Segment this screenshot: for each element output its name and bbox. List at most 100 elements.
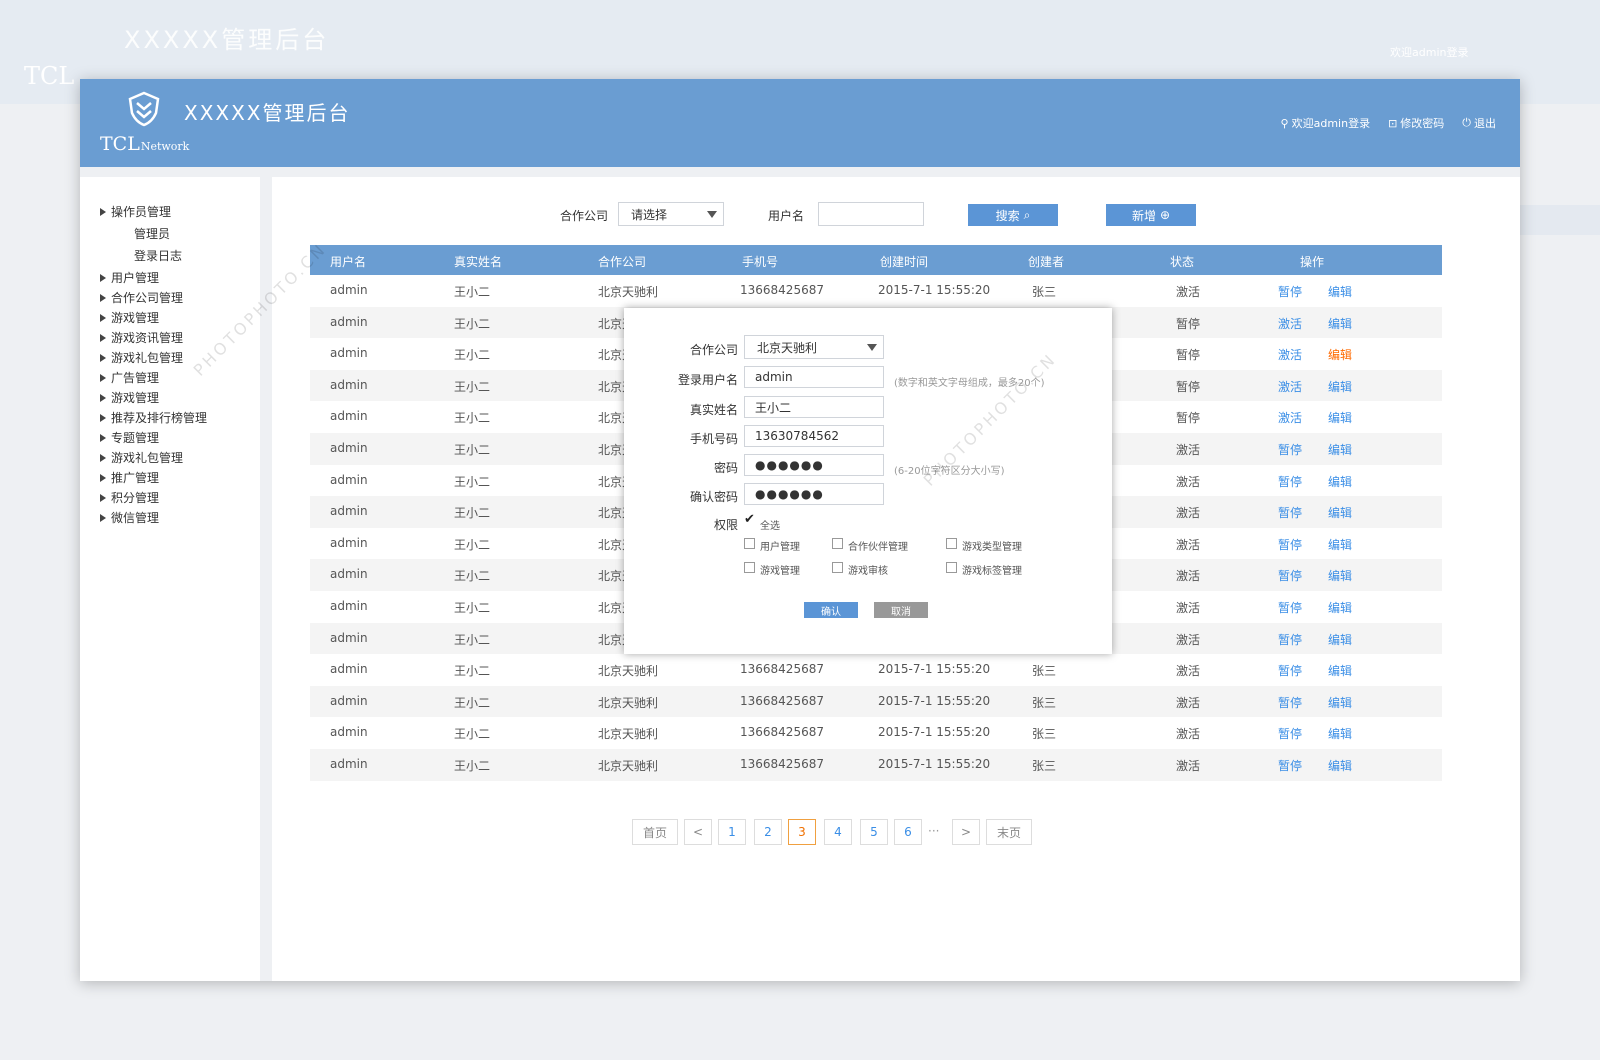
- edit-link[interactable]: 编辑: [1328, 504, 1352, 521]
- edit-link[interactable]: 编辑: [1328, 662, 1352, 679]
- toggle-status-link[interactable]: 暂停: [1278, 694, 1302, 711]
- perm-label-game-review: 游戏审核: [848, 566, 888, 577]
- page-1-button[interactable]: 1: [718, 819, 746, 845]
- add-button[interactable]: 新增 ⊕: [1106, 204, 1196, 226]
- page-4-button[interactable]: 4: [824, 819, 852, 845]
- logout-link[interactable]: ⏻ 退出: [1462, 115, 1496, 131]
- perm-checkbox-users[interactable]: [744, 538, 755, 549]
- toggle-status-link[interactable]: 暂停: [1278, 725, 1302, 742]
- sidebar-item-games-2[interactable]: 游戏管理: [100, 389, 159, 406]
- search-button[interactable]: 搜索 ⌕: [968, 204, 1058, 226]
- edit-link[interactable]: 编辑: [1328, 599, 1352, 616]
- background-welcome: 欢迎admin登录: [1390, 46, 1469, 59]
- toggle-status-link[interactable]: 激活: [1278, 409, 1302, 426]
- edit-link[interactable]: 编辑: [1328, 315, 1352, 332]
- perm-label-game-tags: 游戏标签管理: [962, 566, 1022, 577]
- pagination: 首页 < 1 2 3 4 5 6 ··· > 末页: [272, 819, 1520, 847]
- edit-link[interactable]: 编辑: [1328, 473, 1352, 490]
- toggle-status-link[interactable]: 暂停: [1278, 662, 1302, 679]
- sidebar-item-rankings[interactable]: 推荐及排行榜管理: [100, 409, 207, 426]
- cell-username: admin: [330, 283, 368, 297]
- sidebar-subitem-admins[interactable]: 管理员: [134, 225, 170, 242]
- sidebar-item-users[interactable]: 用户管理: [100, 269, 159, 286]
- edit-link[interactable]: 编辑: [1328, 567, 1352, 584]
- expand-arrow-icon: [100, 393, 106, 402]
- modal-login-input[interactable]: admin: [744, 366, 884, 388]
- toggle-status-link[interactable]: 暂停: [1278, 473, 1302, 490]
- edit-link[interactable]: 编辑: [1328, 631, 1352, 648]
- sidebar-subitem-login-log[interactable]: 登录日志: [134, 247, 182, 264]
- page-2-button[interactable]: 2: [754, 819, 782, 845]
- modal-phone-input[interactable]: 13630784562: [744, 425, 884, 447]
- toggle-status-link[interactable]: 暂停: [1278, 631, 1302, 648]
- select-all-checkbox[interactable]: ✔: [744, 512, 755, 527]
- next-page-button[interactable]: >: [952, 819, 980, 845]
- company-filter-select[interactable]: 请选择: [618, 202, 724, 226]
- perm-checkbox-game-tags[interactable]: [946, 562, 957, 573]
- page-6-button[interactable]: 6: [894, 819, 922, 845]
- cancel-button[interactable]: 取消: [874, 602, 928, 618]
- page-5-button[interactable]: 5: [860, 819, 888, 845]
- sidebar-item-promotion[interactable]: 推广管理: [100, 469, 159, 486]
- prev-page-button[interactable]: <: [684, 819, 712, 845]
- sidebar-item-games[interactable]: 游戏管理: [100, 309, 159, 326]
- toggle-status-link[interactable]: 激活: [1278, 315, 1302, 332]
- first-page-button[interactable]: 首页: [632, 819, 678, 845]
- edit-link[interactable]: 编辑: [1328, 346, 1352, 363]
- expand-arrow-icon: [100, 453, 106, 462]
- sidebar-item-partners[interactable]: 合作公司管理: [100, 289, 183, 306]
- sidebar-item-game-gifts[interactable]: 游戏礼包管理: [100, 349, 183, 366]
- modal-confirm-label: 确认密码: [689, 490, 738, 504]
- modal-company-label: 合作公司: [689, 343, 738, 357]
- cell-username: admin: [330, 630, 368, 645]
- cell-created: 2015-7-1 15:55:20: [878, 283, 991, 297]
- confirm-button[interactable]: 确认: [804, 602, 858, 618]
- toggle-status-link[interactable]: 暂停: [1278, 283, 1302, 300]
- sidebar-item-game-gifts-2[interactable]: 游戏礼包管理: [100, 449, 183, 466]
- cell-realname: 王小二: [454, 474, 491, 489]
- edit-link[interactable]: 编辑: [1328, 694, 1352, 711]
- toggle-status-link[interactable]: 暂停: [1278, 567, 1302, 584]
- perm-label-users: 用户管理: [760, 542, 800, 553]
- toggle-status-link[interactable]: 激活: [1278, 346, 1302, 363]
- last-page-button[interactable]: 末页: [986, 819, 1032, 845]
- sidebar-item-topics[interactable]: 专题管理: [100, 429, 159, 446]
- edit-link[interactable]: 编辑: [1328, 536, 1352, 553]
- perm-checkbox-game-types[interactable]: [946, 538, 957, 549]
- toggle-status-link[interactable]: 暂停: [1278, 536, 1302, 553]
- perm-checkbox-game-review[interactable]: [832, 562, 843, 573]
- edit-link[interactable]: 编辑: [1328, 283, 1352, 300]
- sidebar-item-game-news[interactable]: 游戏资讯管理: [100, 329, 183, 346]
- edit-link[interactable]: 编辑: [1328, 378, 1352, 395]
- toggle-status-link[interactable]: 激活: [1278, 378, 1302, 395]
- username-filter-input[interactable]: [818, 202, 924, 226]
- toggle-status-link[interactable]: 暂停: [1278, 504, 1302, 521]
- edit-link[interactable]: 编辑: [1328, 725, 1352, 742]
- lock-icon: ⊡: [1388, 116, 1398, 130]
- edit-link[interactable]: 编辑: [1328, 757, 1352, 774]
- modal-company-select[interactable]: 北京天驰利: [744, 335, 884, 359]
- change-password-link[interactable]: ⊡ 修改密码: [1388, 115, 1444, 131]
- toggle-status-link[interactable]: 暂停: [1278, 757, 1302, 774]
- sidebar-item-ads[interactable]: 广告管理: [100, 369, 159, 386]
- sidebar-item-points[interactable]: 积分管理: [100, 489, 159, 506]
- sidebar-item-operators[interactable]: 操作员管理: [100, 203, 171, 220]
- cell-creator: 张三: [1032, 759, 1057, 773]
- edit-link[interactable]: 编辑: [1328, 441, 1352, 458]
- toggle-status-link[interactable]: 暂停: [1278, 599, 1302, 616]
- edit-link[interactable]: 编辑: [1328, 409, 1352, 426]
- modal-realname-input[interactable]: 王小二: [744, 396, 884, 418]
- welcome-link[interactable]: ⚲ 欢迎admin登录: [1281, 115, 1371, 131]
- perm-checkbox-partners[interactable]: [832, 538, 843, 549]
- table-header: 用户名 真实姓名 合作公司 手机号 创建时间 创建者 状态 操作: [310, 245, 1442, 275]
- modal-password-input[interactable]: ●●●●●●: [744, 454, 884, 476]
- perm-label-games: 游戏管理: [760, 566, 800, 577]
- cell-realname: 王小二: [454, 759, 491, 773]
- modal-confirm-input[interactable]: ●●●●●●: [744, 483, 884, 505]
- cell-realname: 王小二: [454, 569, 491, 584]
- perm-checkbox-games[interactable]: [744, 562, 755, 573]
- modal-login-hint: (数字和英文字母组成，最多20个): [894, 378, 1045, 389]
- sidebar-item-wechat[interactable]: 微信管理: [100, 509, 159, 526]
- page-3-button[interactable]: 3: [788, 819, 816, 845]
- toggle-status-link[interactable]: 暂停: [1278, 441, 1302, 458]
